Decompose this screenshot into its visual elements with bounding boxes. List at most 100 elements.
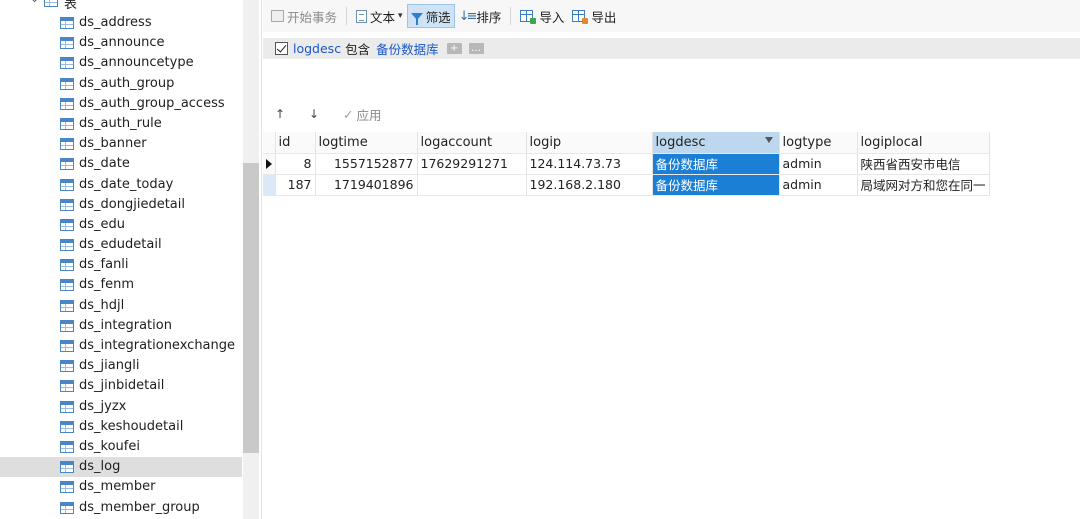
column-header-logiplocal[interactable]: logiplocal <box>857 132 990 154</box>
begin-transaction-button[interactable]: 开始事务 <box>267 4 341 28</box>
toolbar-separator <box>510 7 512 25</box>
column-header-logdesc[interactable]: logdesc <box>652 132 780 154</box>
sidebar-item-label: ds_member <box>79 479 156 495</box>
sidebar-item-label: ds_auth_rule <box>79 115 162 131</box>
filter-value[interactable]: 备份数据库 <box>376 39 439 58</box>
sidebar-item-label: ds_fenm <box>79 277 135 293</box>
table-row[interactable]: 187 1719401896 192.168.2.180 备份数据库 admin… <box>263 174 990 196</box>
sidebar-item-ds_edudetail[interactable]: ds_edudetail <box>0 235 242 255</box>
filter-field[interactable]: logdesc <box>293 41 341 56</box>
move-down-button[interactable]: ↓ <box>309 107 343 121</box>
table-icon <box>60 259 74 272</box>
cell-logiplocal[interactable]: 局域网对方和您在同一 <box>857 174 990 196</box>
table-icon <box>60 279 74 292</box>
row-indicator <box>263 174 276 196</box>
cell-logdesc[interactable]: 备份数据库 <box>652 153 780 175</box>
sidebar-item-ds_jyzx[interactable]: ds_jyzx <box>0 397 242 417</box>
add-condition-button[interactable]: + <box>446 43 462 54</box>
column-header-id[interactable]: id <box>275 132 316 154</box>
table-icon <box>60 138 74 151</box>
transaction-icon <box>271 10 284 22</box>
column-header-logaccount[interactable]: logaccount <box>417 132 527 154</box>
table-row[interactable]: 8 1557152877 17629291271 124.114.73.73 备… <box>263 153 990 175</box>
check-icon: ✓ <box>343 106 354 122</box>
sidebar-item-ds_dongjiedetail[interactable]: ds_dongjiedetail <box>0 195 242 215</box>
column-header-logtype[interactable]: logtype <box>779 132 858 154</box>
document-icon <box>356 9 368 23</box>
cell-logdesc[interactable]: 备份数据库 <box>652 174 780 196</box>
column-header-logip[interactable]: logip <box>526 132 653 154</box>
sidebar-item-ds_auth_group_access[interactable]: ds_auth_group_access <box>0 94 242 114</box>
cell-id[interactable]: 8 <box>275 153 316 175</box>
column-filter-icon <box>764 137 773 143</box>
table-icon <box>60 17 74 29</box>
sidebar-item-label: ds_member_group <box>79 499 200 515</box>
sidebar-item-ds_auth_rule[interactable]: ds_auth_rule <box>0 114 242 134</box>
sidebar-item-ds_banner[interactable]: ds_banner <box>0 134 242 154</box>
sidebar-item-label: ds_edudetail <box>79 237 162 253</box>
sidebar-item-ds_member_group[interactable]: ds_member_group <box>0 498 242 518</box>
sidebar-item-ds_fenm[interactable]: ds_fenm <box>0 275 242 295</box>
sidebar-item-label: ds_announce <box>79 35 165 51</box>
cell-id[interactable]: 187 <box>275 174 316 196</box>
text-view-button[interactable]: 文本 ▾ <box>352 4 407 28</box>
filter-enabled-checkbox[interactable] <box>275 42 288 55</box>
row-indicator <box>263 153 276 175</box>
chevron-down-icon[interactable]: ▾ <box>398 11 403 21</box>
cell-logtime[interactable]: 1719401896 <box>315 174 418 196</box>
cell-logtype[interactable]: admin <box>779 174 858 196</box>
sidebar-item-label: ds_dongjiedetail <box>79 196 185 212</box>
table-icon <box>60 360 74 373</box>
sidebar-item-ds_member[interactable]: ds_member <box>0 477 242 497</box>
sidebar-item-ds_log[interactable]: ds_log <box>0 457 242 478</box>
sidebar-item-ds_integrationexchange[interactable]: ds_integrationexchange <box>0 336 242 356</box>
sidebar-item-ds_jinbidetail[interactable]: ds_jinbidetail <box>0 376 242 396</box>
filter-criteria-bar: logdesc 包含 备份数据库 + … <box>263 38 1080 59</box>
more-options-button[interactable]: … <box>468 43 484 54</box>
sidebar-item-ds_koufei[interactable]: ds_koufei <box>0 437 242 457</box>
sidebar-item-label: ds_announcetype <box>79 55 194 71</box>
sidebar-item-ds_announce[interactable]: ds_announce <box>0 33 242 53</box>
cell-logip[interactable]: 124.114.73.73 <box>526 153 653 175</box>
table-icon <box>60 340 74 352</box>
filter-button[interactable]: 筛选 <box>406 4 455 28</box>
column-header-logtime[interactable]: logtime <box>315 132 418 154</box>
cell-logiplocal[interactable]: 陕西省西安市电信 <box>857 153 990 175</box>
cell-logip[interactable]: 192.168.2.180 <box>526 174 653 196</box>
move-up-button[interactable]: ↑ <box>275 107 309 121</box>
grid-header-row: id logtime logaccount logip logdesc logt… <box>263 132 990 154</box>
sort-button[interactable]: ↓≡ 排序 <box>455 4 506 28</box>
sidebar-item-label: ds_banner <box>79 136 147 152</box>
apply-button[interactable]: 应用 <box>356 105 381 124</box>
import-button[interactable]: 导入 <box>516 4 568 28</box>
sidebar-item-ds_announcetype[interactable]: ds_announcetype <box>0 53 242 73</box>
cell-logtype[interactable]: admin <box>779 153 858 175</box>
cell-logtime[interactable]: 1557152877 <box>315 153 418 175</box>
sidebar-item-ds_date[interactable]: ds_date <box>0 154 242 174</box>
sidebar-item-ds_auth_group[interactable]: ds_auth_group <box>0 74 242 94</box>
sidebar-item-ds_edu[interactable]: ds_edu <box>0 215 242 235</box>
table-icon <box>60 481 74 494</box>
cell-logaccount[interactable]: 17629291271 <box>417 153 527 175</box>
export-button[interactable]: 导出 <box>568 4 620 28</box>
data-toolbar: 开始事务 文本 ▾ 筛选 ↓≡ 排序 导入 导出 <box>263 0 1080 32</box>
tree-node-tables[interactable]: ⌄ 表 <box>0 0 242 12</box>
sidebar-item-ds_integration[interactable]: ds_integration <box>0 316 242 336</box>
table-icon <box>60 501 74 514</box>
sidebar-item-label: ds_keshoudetail <box>79 418 184 434</box>
filter-operator[interactable]: 包含 <box>345 39 370 58</box>
table-icon <box>60 57 74 70</box>
sidebar-item-label: ds_date_today <box>79 176 174 192</box>
sidebar-scroll-thumb[interactable] <box>243 163 259 453</box>
sidebar-item-label: ds_jiangli <box>79 358 140 374</box>
cell-logaccount[interactable] <box>417 174 527 196</box>
sidebar-item-ds_jiangli[interactable]: ds_jiangli <box>0 356 242 376</box>
sidebar-item-ds_keshoudetail[interactable]: ds_keshoudetail <box>0 417 242 437</box>
chevron-down-icon[interactable]: ⌄ <box>30 0 39 5</box>
sidebar-item-ds_fanli[interactable]: ds_fanli <box>0 255 242 275</box>
sidebar-item-ds_date_today[interactable]: ds_date_today <box>0 175 242 195</box>
sidebar-item-ds_hdjl[interactable]: ds_hdjl <box>0 296 242 316</box>
table-icon <box>60 319 74 332</box>
sidebar-item-ds_address[interactable]: ds_address <box>0 13 242 33</box>
funnel-icon <box>410 12 423 25</box>
